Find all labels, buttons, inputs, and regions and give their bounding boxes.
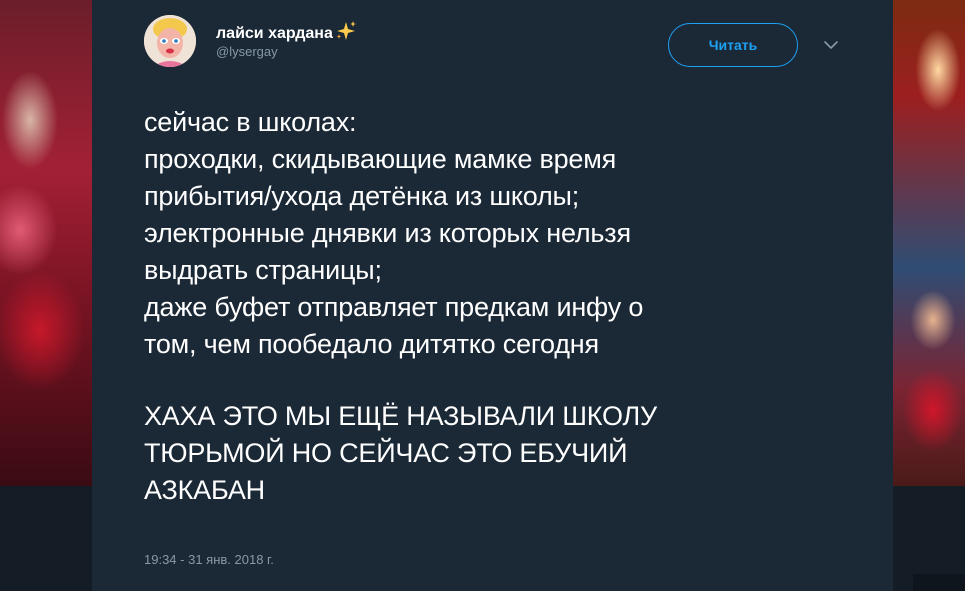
follow-button-label: Читать <box>708 37 758 53</box>
sparkles-icon <box>335 21 357 47</box>
background-strip <box>913 574 965 591</box>
tweet-timestamp[interactable]: 19:34 - 31 янв. 2018 г. <box>144 551 274 569</box>
avatar[interactable] <box>144 15 196 67</box>
chevron-down-icon[interactable] <box>822 38 840 52</box>
tweet-card: лайси хардана @lysergay Читать сейчас в … <box>92 0 893 591</box>
user-handle[interactable]: @lysergay <box>216 44 278 60</box>
tweet-caps-line: ТЮРЬМОЙ НО СЕЙЧАС ЭТО ЕБУЧИЙ <box>144 438 628 468</box>
tweet-text-line: проходки, скидывающие мамке время <box>144 144 617 174</box>
tweet-text-line: сейчас в школах: <box>144 107 357 137</box>
tweet-text-line: выдрать страницы; <box>144 255 382 285</box>
tweet-text-line: даже буфет отправляет предкам инфу о <box>144 292 644 322</box>
user-name-text: лайси хардана <box>216 25 333 42</box>
follow-button[interactable]: Читать <box>668 23 798 67</box>
tweet-caps-line: ХАХА ЭТО МЫ ЕЩЁ НАЗЫВАЛИ ШКОЛУ <box>144 401 657 431</box>
tweet-text-line: прибытия/ухода детёнка из школы; <box>144 181 580 211</box>
page-background-left <box>0 486 92 591</box>
tweet-text-line: том, чем пообедало дитятко сегодня <box>144 329 599 359</box>
profile-header-background-left <box>0 0 92 486</box>
page-background-right <box>893 486 965 591</box>
tweet-text: сейчас в школах: проходки, скидывающие м… <box>144 104 834 509</box>
tweet-text-line: электронные днявки из которых нельзя <box>144 218 631 248</box>
profile-header-background-right <box>893 0 965 486</box>
tweet-caps-line: АЗКАБАН <box>144 475 265 505</box>
